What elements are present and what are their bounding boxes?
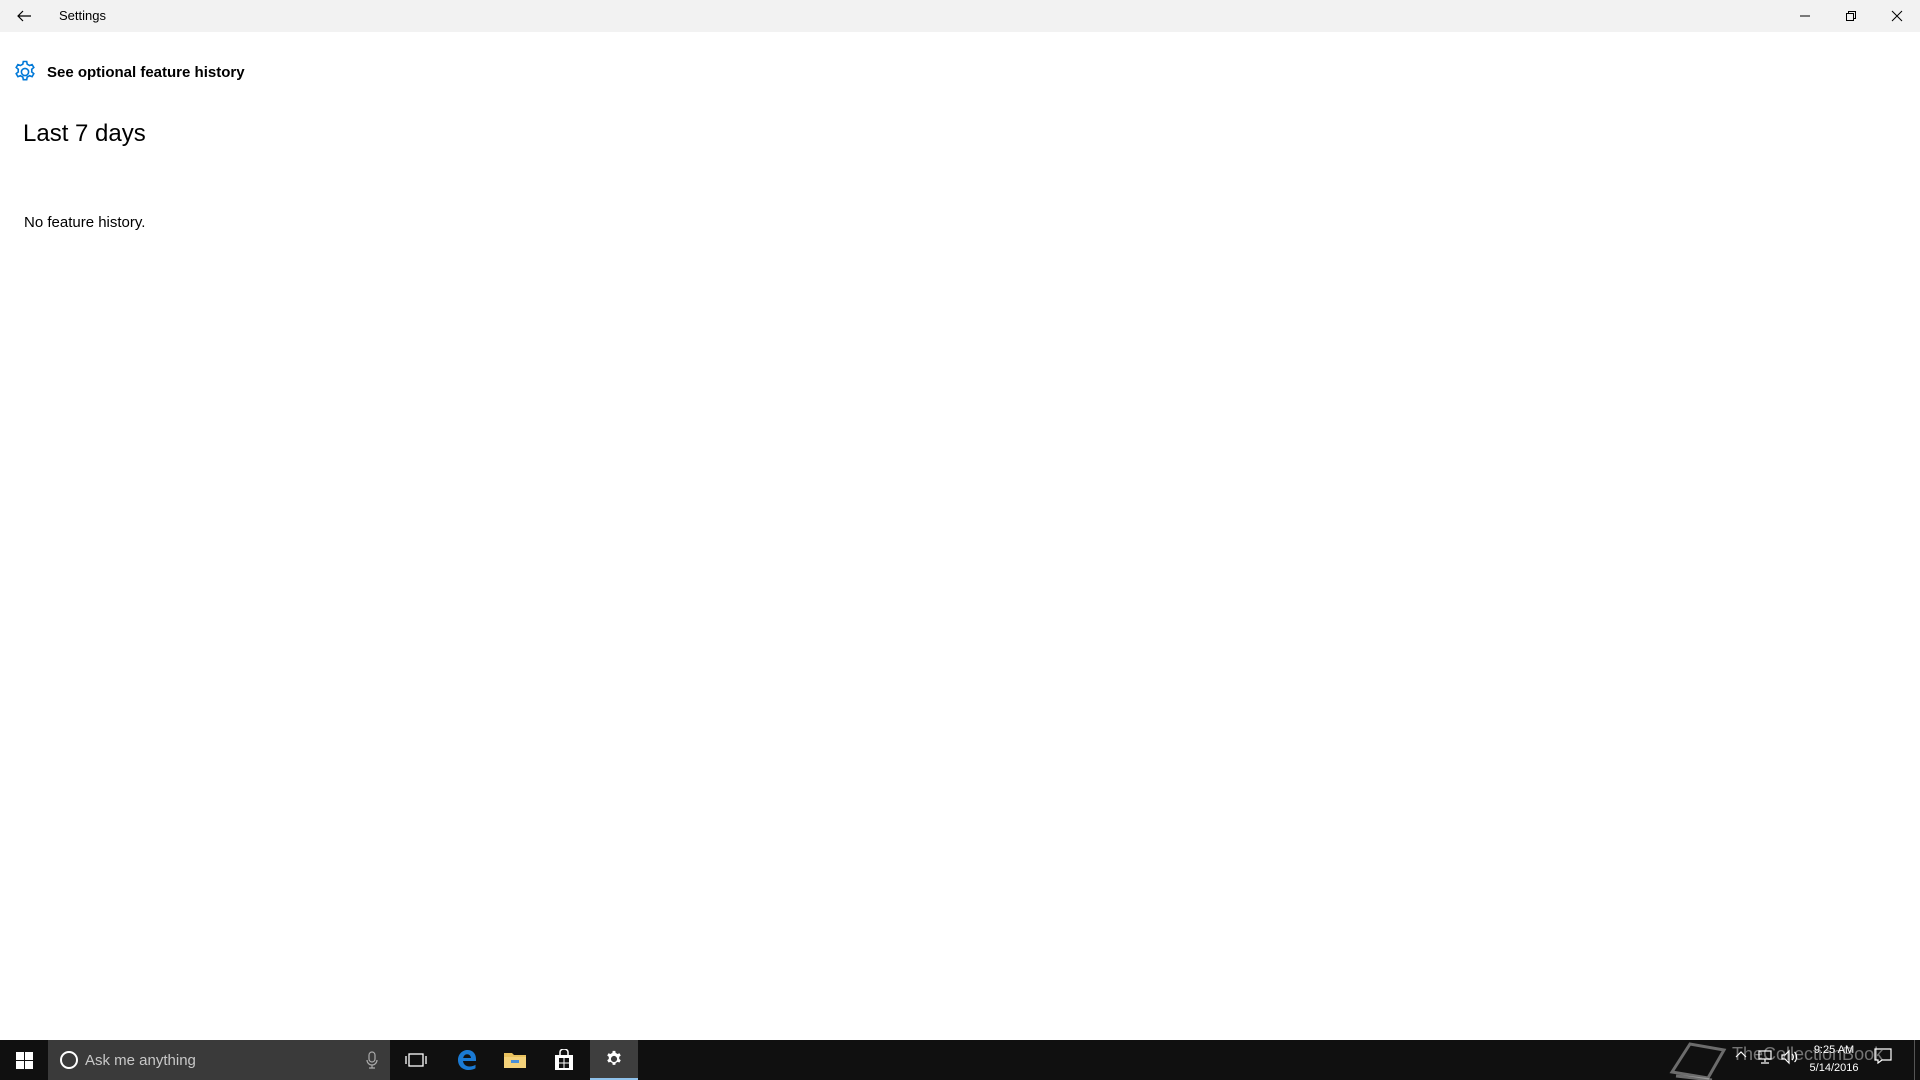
clock-date: 5/14/2016	[1809, 1062, 1859, 1074]
taskbar: Ask me anything	[0, 1040, 1920, 1080]
gear-icon	[607, 1050, 621, 1065]
section-heading: Last 7 days	[23, 120, 146, 147]
microphone-icon[interactable]	[366, 1051, 378, 1069]
store-button[interactable]	[540, 1040, 588, 1080]
volume-icon[interactable]	[1780, 1049, 1800, 1065]
close-button[interactable]	[1874, 0, 1920, 32]
clock-time: 9:25 AM	[1813, 1044, 1855, 1056]
folder-icon	[504, 1053, 526, 1068]
minimize-button[interactable]	[1782, 0, 1828, 32]
file-explorer-button[interactable]	[491, 1040, 539, 1080]
window-title: Settings	[59, 8, 106, 23]
taskbar-clock[interactable]: 9:25 AM 5/14/2016	[1806, 1041, 1862, 1077]
edge-browser-button[interactable]	[443, 1040, 491, 1080]
restore-icon	[1846, 11, 1856, 21]
empty-history-message: No feature history.	[24, 214, 146, 231]
search-placeholder: Ask me anything	[85, 1051, 196, 1069]
restore-button[interactable]	[1828, 0, 1874, 32]
gear-icon	[15, 60, 35, 81]
back-button[interactable]	[0, 0, 48, 32]
cortana-search-box[interactable]: Ask me anything	[48, 1040, 390, 1080]
settings-taskbar-button[interactable]	[590, 1040, 638, 1080]
title-bar: Settings	[0, 0, 1920, 32]
back-arrow-icon	[17, 10, 31, 22]
chevron-up-icon[interactable]	[1734, 1048, 1748, 1062]
task-view-icon	[405, 1053, 427, 1067]
minimize-icon	[1800, 15, 1810, 17]
edge-icon	[458, 1050, 476, 1070]
action-center-icon[interactable]	[1874, 1048, 1892, 1064]
store-icon	[555, 1049, 573, 1070]
page-header: See optional feature history	[12, 58, 245, 86]
task-view-button[interactable]	[392, 1040, 440, 1080]
cortana-icon	[60, 1051, 78, 1069]
windows-logo-icon	[15, 1051, 33, 1069]
close-icon	[1891, 10, 1903, 22]
show-desktop-button[interactable]	[1914, 1040, 1920, 1080]
page-title: See optional feature history	[47, 63, 245, 81]
start-button[interactable]	[0, 1040, 48, 1080]
network-icon[interactable]	[1756, 1049, 1774, 1065]
